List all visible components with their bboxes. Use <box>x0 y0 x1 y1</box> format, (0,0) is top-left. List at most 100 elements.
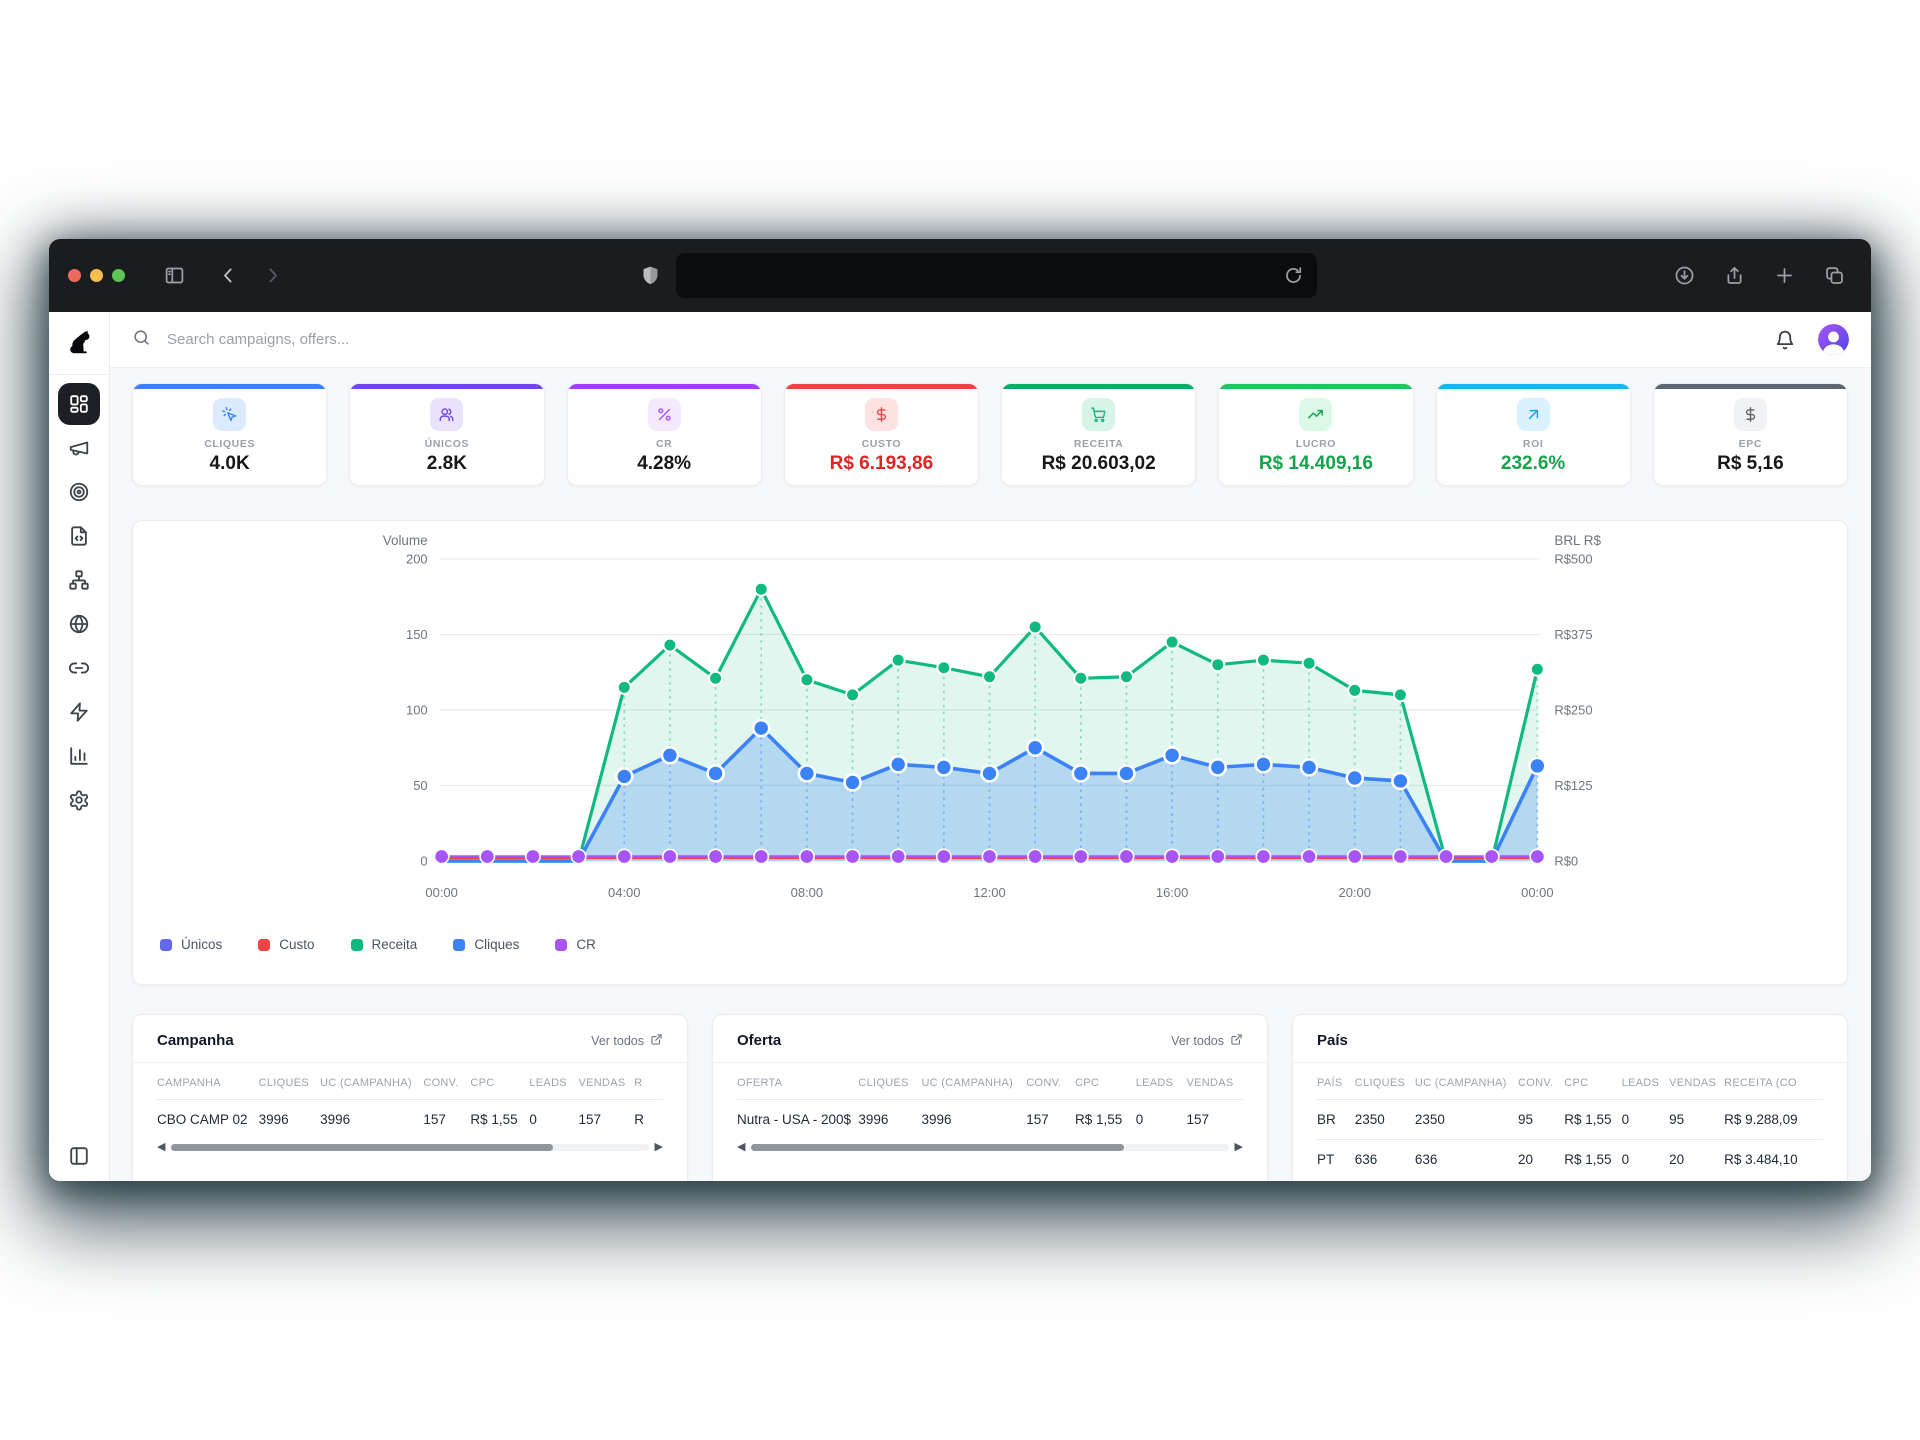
svg-text:R$125: R$125 <box>1554 778 1592 793</box>
scroll-left-icon[interactable]: ◀ <box>157 1142 165 1153</box>
url-bar[interactable] <box>676 253 1317 298</box>
kpi-value: 4.28% <box>637 453 691 475</box>
sidebar-item-megaphone[interactable] <box>58 427 100 469</box>
kpi-card-receita: RECEITAR$ 20.603,02 <box>1001 383 1196 486</box>
horizontal-scrollbar[interactable]: ◀▶ <box>713 1139 1267 1153</box>
svg-text:12:00: 12:00 <box>973 885 1005 900</box>
reload-icon[interactable] <box>1283 265 1305 287</box>
scrollbar-track[interactable] <box>171 1144 648 1151</box>
table-cell: 20 <box>1518 1140 1564 1180</box>
trending-up-icon <box>1299 398 1332 431</box>
ver-todos-link[interactable]: Ver todos <box>1171 1033 1243 1049</box>
scroll-left-icon[interactable]: ◀ <box>737 1142 745 1153</box>
svg-text:50: 50 <box>413 778 427 793</box>
svg-text:00:00: 00:00 <box>1521 885 1553 900</box>
sidebar-item-settings[interactable] <box>58 779 100 821</box>
svg-text:100: 100 <box>406 702 428 717</box>
column-header: LEADS <box>1136 1063 1187 1100</box>
download-icon[interactable] <box>1673 265 1695 287</box>
legend-swatch <box>160 939 172 951</box>
share-icon[interactable] <box>1723 265 1745 287</box>
kpi-label: CLIQUES <box>204 438 255 450</box>
scrollbar-track[interactable] <box>751 1144 1228 1151</box>
ver-todos-link[interactable]: Ver todos <box>591 1033 663 1049</box>
svg-text:0: 0 <box>420 853 427 868</box>
close-button[interactable] <box>68 269 81 282</box>
table-cell: 2350 <box>1415 1100 1518 1140</box>
table-cell: 636 <box>1355 1140 1415 1180</box>
kpi-accent <box>1654 384 1847 389</box>
table-cell: R <box>634 1100 663 1140</box>
dollar-icon <box>865 398 898 431</box>
sidebar-item-bar-chart[interactable] <box>58 735 100 777</box>
search-input[interactable] <box>165 330 585 349</box>
back-icon[interactable] <box>217 265 239 287</box>
table-cell: R$ 1,55 <box>1564 1140 1621 1180</box>
svg-text:16:00: 16:00 <box>1156 885 1188 900</box>
svg-text:04:00: 04:00 <box>608 885 640 900</box>
sidebar-item-layout-dashboard[interactable] <box>58 383 100 425</box>
tables-row: CampanhaVer todosCAMPANHACLIQUESUC (CAMP… <box>132 1014 1848 1181</box>
table-cell: 3996 <box>320 1100 423 1140</box>
legend-swatch <box>453 939 465 951</box>
zoom-button[interactable] <box>112 269 125 282</box>
minimize-button[interactable] <box>90 269 103 282</box>
table-cell: 3996 <box>858 1100 921 1140</box>
horizontal-scrollbar[interactable]: ◀▶ <box>133 1139 687 1153</box>
column-header: LEADS <box>529 1063 578 1100</box>
legend-item-cr[interactable]: CR <box>555 937 596 952</box>
scrollbar-thumb[interactable] <box>171 1144 553 1151</box>
table-cell: Nutra - USA - 200$ <box>737 1100 858 1140</box>
scroll-right-icon[interactable]: ▶ <box>1235 1142 1243 1153</box>
new-tab-icon[interactable] <box>1773 265 1795 287</box>
sidebar-item-globe[interactable] <box>58 603 100 645</box>
table-row: PT63663620R$ 1,55020R$ 3.484,10 <box>1317 1140 1823 1180</box>
kpi-value: R$ 5,16 <box>1717 453 1784 475</box>
sidebar-item-link[interactable] <box>58 647 100 689</box>
legend-label: Custo <box>279 937 314 952</box>
column-header: LEADS <box>1622 1063 1670 1100</box>
forward-icon[interactable] <box>261 265 283 287</box>
kpi-label: ÚNICOS <box>425 438 469 450</box>
dog-logo[interactable] <box>49 312 109 375</box>
table-cell: PT <box>1317 1140 1355 1180</box>
table-card-país: PaísPAÍSCLIQUESUC (CAMPANHA)CONV.CPCLEAD… <box>1292 1014 1848 1181</box>
chart-legend: Únicos Custo Receita Cliques CR <box>160 937 1847 952</box>
kpi-card-cr: CR4.28% <box>567 383 762 486</box>
sidebar-toggle-icon[interactable] <box>163 265 185 287</box>
bell-icon[interactable] <box>1774 329 1796 351</box>
table-row: Nutra - USA - 200$39963996157R$ 1,550157 <box>737 1100 1243 1140</box>
table-cell: R$ 1,55 <box>1075 1100 1136 1140</box>
tab-overview-icon[interactable] <box>1823 265 1845 287</box>
avatar[interactable] <box>1818 324 1849 355</box>
scroll-right-icon[interactable]: ▶ <box>655 1142 663 1153</box>
kpi-label: ROI <box>1523 438 1543 450</box>
kpi-card-lucro: LUCROR$ 14.409,16 <box>1218 383 1413 486</box>
table-cell: 95 <box>1518 1100 1564 1140</box>
legend-label: Receita <box>372 937 418 952</box>
table-title: Oferta <box>737 1032 781 1049</box>
sidebar-item-file-code[interactable] <box>58 515 100 557</box>
legend-item-cliques[interactable]: Cliques <box>453 937 519 952</box>
sidebar-item-target[interactable] <box>58 471 100 513</box>
legend-label: Únicos <box>181 937 222 952</box>
column-header: UC (CAMPANHA) <box>1415 1063 1518 1100</box>
legend-item-únicos[interactable]: Únicos <box>160 937 222 952</box>
svg-text:150: 150 <box>406 627 428 642</box>
sidebar-item-sitemap[interactable] <box>58 559 100 601</box>
external-link-icon <box>650 1033 663 1049</box>
column-header: PAÍS <box>1317 1063 1355 1100</box>
collapse-sidebar-icon[interactable] <box>49 1145 109 1167</box>
scrollbar-thumb[interactable] <box>751 1144 1123 1151</box>
sidebar-item-zap[interactable] <box>58 691 100 733</box>
legend-item-receita[interactable]: Receita <box>351 937 418 952</box>
table-cell: 157 <box>1026 1100 1075 1140</box>
legend-item-custo[interactable]: Custo <box>258 937 314 952</box>
table-cell: R$ 3.484,10 <box>1724 1140 1823 1180</box>
table-cell: 2350 <box>1355 1100 1415 1140</box>
shield-icon[interactable] <box>640 265 662 287</box>
kpi-value: 2.8K <box>427 453 467 475</box>
kpi-card-cliques: CLIQUES4.0K <box>132 383 327 486</box>
kpi-row: CLIQUES4.0KÚNICOS2.8KCR4.28%CUSTOR$ 6.19… <box>132 383 1848 486</box>
column-header: UC (CAMPANHA) <box>921 1063 1026 1100</box>
